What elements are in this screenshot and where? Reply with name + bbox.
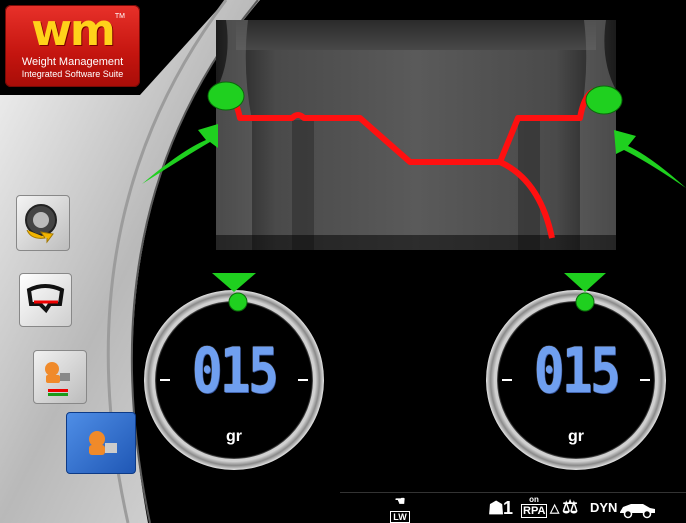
left-weight-unit: gr [226,428,242,445]
tire-profile-button[interactable] [19,273,72,327]
tire-section [216,20,616,255]
rpa-label: RPA [521,504,547,518]
rpa-on-label: on [529,495,539,504]
hand-icon: ☚ [394,494,406,508]
logo-subtitle: Integrated Software Suite [21,69,124,79]
operator-weight-active-icon [89,431,117,455]
logo-title: Weight Management [21,56,124,68]
operator-weight-icon [45,362,70,396]
triangle-icon: △ [550,501,560,515]
lw-label: LW [390,511,410,523]
logo-trademark: TM [114,13,125,20]
left-weight-value: 015 [191,334,279,407]
operator-weight-active-button[interactable] [66,412,136,474]
right-arrow-icon [614,130,686,188]
car-icon [617,497,657,519]
rpa-indicator[interactable]: on RPA [521,495,547,518]
right-weight-unit: gr [568,428,584,445]
right-weight-value: 015 [533,334,621,407]
right-weight-marker [585,85,623,115]
operator-number: 1 [503,498,514,518]
wheel-spin-icon [25,204,57,244]
wheel-spin-button[interactable] [16,195,70,251]
status-bar: ☚ LW ☗ 1 on RPA △ ⚖ DYN [340,492,686,523]
wm-logo: wm TM Weight Management Integrated Softw… [5,5,140,87]
tire-profile-icon [26,284,65,314]
left-weight-dial: 015 gr [146,292,322,468]
operator-icon: ☗ [488,498,505,518]
operator-weight-button[interactable] [33,350,87,404]
left-weight-marker [207,81,245,111]
dyn-mode-label[interactable]: DYN [590,500,617,515]
lw-indicator[interactable]: ☚ LW [388,494,412,523]
right-weight-dial: 015 gr [488,292,664,468]
balancer-screen: wm TM Weight Management Integrated Softw… [0,0,686,523]
weight-icon: ⚖ [562,497,579,517]
